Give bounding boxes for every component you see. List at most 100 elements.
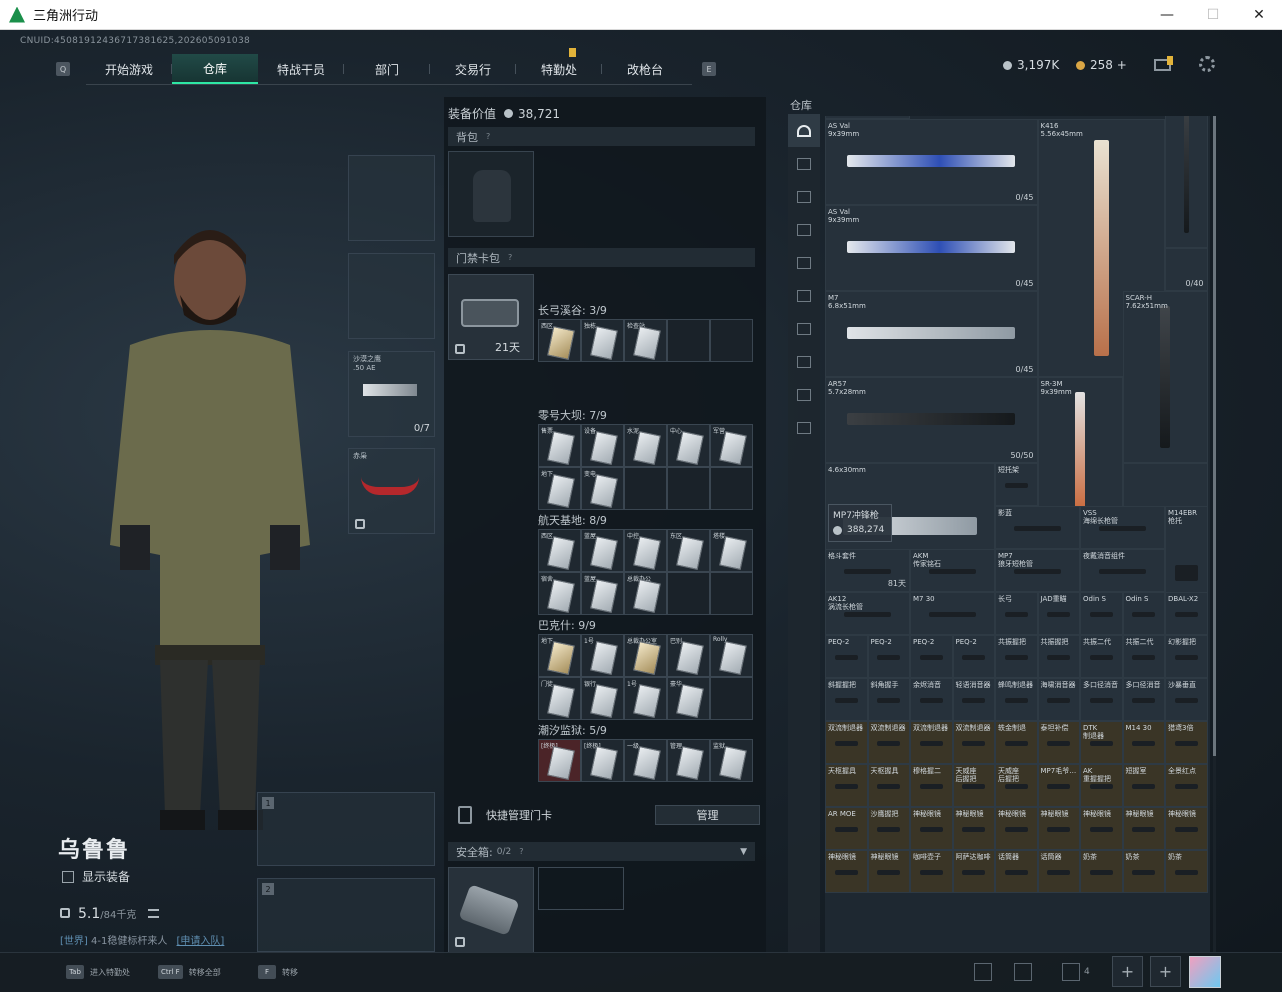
warehouse-item[interactable]: PEQ-2 [910,635,953,678]
keycard[interactable]: 售票 [538,424,581,467]
keycard[interactable]: 变电 [581,467,624,510]
keycard[interactable]: 管理 [667,739,710,782]
warehouse-item[interactable]: SCAR-H 7.62x51mm [1122,291,1208,463]
keycard-empty-slot[interactable] [710,677,753,720]
keycard[interactable]: 门徒 [538,677,581,720]
tab-trade[interactable]: 交易行 [430,54,516,84]
warehouse-item[interactable]: PEQ-2 [867,635,910,678]
warehouse-item[interactable]: JAD重瞄 [1037,592,1080,635]
warehouse-item[interactable]: 幻影握把 [1165,635,1208,678]
warehouse-item[interactable]: 天枢握具 [825,764,868,807]
warehouse-item[interactable]: 奶茶 [1165,850,1208,893]
warehouse-item[interactable]: PEQ-2 [825,635,868,678]
armor-slot[interactable] [348,253,435,339]
tab-gunsmith[interactable]: 改枪台 [602,54,688,84]
category-attachments-icon[interactable] [788,213,820,246]
minimize-button[interactable]: — [1144,0,1190,30]
warehouse-item[interactable]: AS Val 9x39mm 0/45 [825,205,1038,291]
category-weapons-icon[interactable] [788,147,820,180]
warehouse-item[interactable]: 奶茶 [1080,850,1123,893]
warehouse-item[interactable]: AK 重握握把 [1080,764,1123,807]
warehouse-item[interactable]: 双流制退器 [910,721,953,764]
pistol-slot[interactable]: 沙漠之鹰 .50 AE 0/7 [348,351,435,437]
manage-button[interactable]: 管理 [655,805,760,825]
warehouse-item[interactable]: M7 6.8x51mm 0/45 [825,291,1038,377]
warehouse-item[interactable]: 多口径消音 [1080,678,1123,721]
warehouse-item[interactable]: 神秘眼镜 [952,807,995,850]
warehouse-item[interactable]: 蜂鸣制退器 [995,678,1038,721]
warehouse-item[interactable]: 神秘眼镜 [1122,807,1165,850]
warehouse-item[interactable]: 沙鹰握把 [867,807,910,850]
warehouse-item[interactable]: VSS 海绵长枪管 [1080,506,1165,549]
warehouse-item[interactable]: 神秘眼镜 [1080,807,1123,850]
category-ammo-icon[interactable] [788,246,820,279]
warehouse-item[interactable]: AS Val 9x39mm 0/45 [825,119,1038,205]
warehouse-item[interactable]: 海啸消音器 [1037,678,1080,721]
warehouse-item[interactable]: 阿萨达咖啡 [952,850,995,893]
keycard[interactable]: 宿舍 [538,572,581,615]
warehouse-item[interactable]: 轻语消音器 [952,678,995,721]
warehouse-item[interactable]: 轶金制退 [995,721,1038,764]
warehouse-item[interactable]: 全景红点 [1165,764,1208,807]
warehouse-item[interactable]: 0/40 [1165,248,1208,291]
keycard[interactable]: 军营 [710,424,753,467]
hint-transfer-all[interactable]: Ctrl F 转移全部 [158,965,221,979]
warehouse-item[interactable]: AR MOE [825,807,868,850]
maximize-button[interactable]: ☐ [1190,0,1236,30]
keycard-empty-slot[interactable] [710,319,753,362]
flag-icon[interactable] [1014,963,1032,981]
warehouse-item[interactable]: 天威座 后握把 [952,764,995,807]
category-keys-icon[interactable] [788,312,820,345]
warehouse-item[interactable]: 猎鸢3倍 [1165,721,1208,764]
keycard[interactable]: 塔楼 [710,529,753,572]
keycard[interactable]: 蓝屋 [581,529,624,572]
invite-slot-2[interactable]: + [1150,956,1181,987]
close-button[interactable]: ✕ [1236,0,1282,30]
friends-icon[interactable] [1062,963,1080,981]
warehouse-item[interactable]: 双流制退器 [825,721,868,764]
scrollbar-thumb[interactable] [1213,116,1216,756]
warehouse-item[interactable]: 泰坦补偿 [1037,721,1080,764]
list-icon[interactable] [148,909,160,918]
keycard-empty-slot[interactable] [667,572,710,615]
hint-transfer[interactable]: F 转移 [258,965,298,979]
keycard[interactable]: 总裁办公 [624,572,667,615]
pin-icon[interactable]: ▼ [740,847,747,857]
warehouse-item[interactable]: 神秘眼镜 [825,850,868,893]
warehouse-item[interactable]: 短握室 [1122,764,1165,807]
keycard[interactable]: 西区 [538,319,581,362]
keycard[interactable]: 总裁办公室 [624,634,667,677]
warehouse-item[interactable]: 长弓 [995,592,1038,635]
warehouse-item[interactable]: 夜戴消音组件 [1080,549,1165,592]
warehouse-item[interactable]: 共振握把 [1037,635,1080,678]
helmet-slot[interactable] [348,155,435,241]
warehouse-item[interactable]: M7 30 [910,592,995,635]
primary-weapon-slot-2[interactable]: 2 [257,878,435,952]
keycard[interactable]: 一级 [624,739,667,782]
warehouse-item[interactable]: 短托架 [995,463,1038,506]
warehouse-item[interactable]: 神秘眼镜 [910,807,953,850]
cardbag-slot[interactable]: 21天 [448,274,534,360]
keycard[interactable]: [终极] [538,739,581,782]
tab-department[interactable]: 部门 [344,54,430,84]
warehouse-item[interactable]: 共振二代 [1080,635,1123,678]
warehouse-scrollbar[interactable] [1213,116,1216,954]
keycard[interactable]: 西区 [538,529,581,572]
help-icon[interactable]: ? [519,847,523,856]
warehouse-item[interactable]: AKM 传家铭石 [910,549,995,592]
warehouse-item[interactable]: 沙暴垂直 [1165,678,1208,721]
warehouse-item[interactable]: PEQ-2 [952,635,995,678]
warehouse-item[interactable]: MP7毛爷… [1037,764,1080,807]
tab-start-game[interactable]: 开始游戏 [86,54,172,84]
warehouse-item[interactable]: 奶茶 [1122,850,1165,893]
tab-special-ops[interactable]: 特勤处 [516,48,602,84]
keycard-empty-slot[interactable] [624,467,667,510]
warehouse-item[interactable]: 话筒器 [995,850,1038,893]
warehouse-item[interactable]: 穆格握二 [910,764,953,807]
nav-next-key[interactable]: E [702,62,716,76]
warehouse-item[interactable]: 神秘眼镜 [867,850,910,893]
warehouse-item[interactable]: 斜角握手 [867,678,910,721]
help-icon[interactable]: ? [508,253,512,262]
keycard-empty-slot[interactable] [667,319,710,362]
warehouse-item[interactable]: 咖啡壶子 [910,850,953,893]
